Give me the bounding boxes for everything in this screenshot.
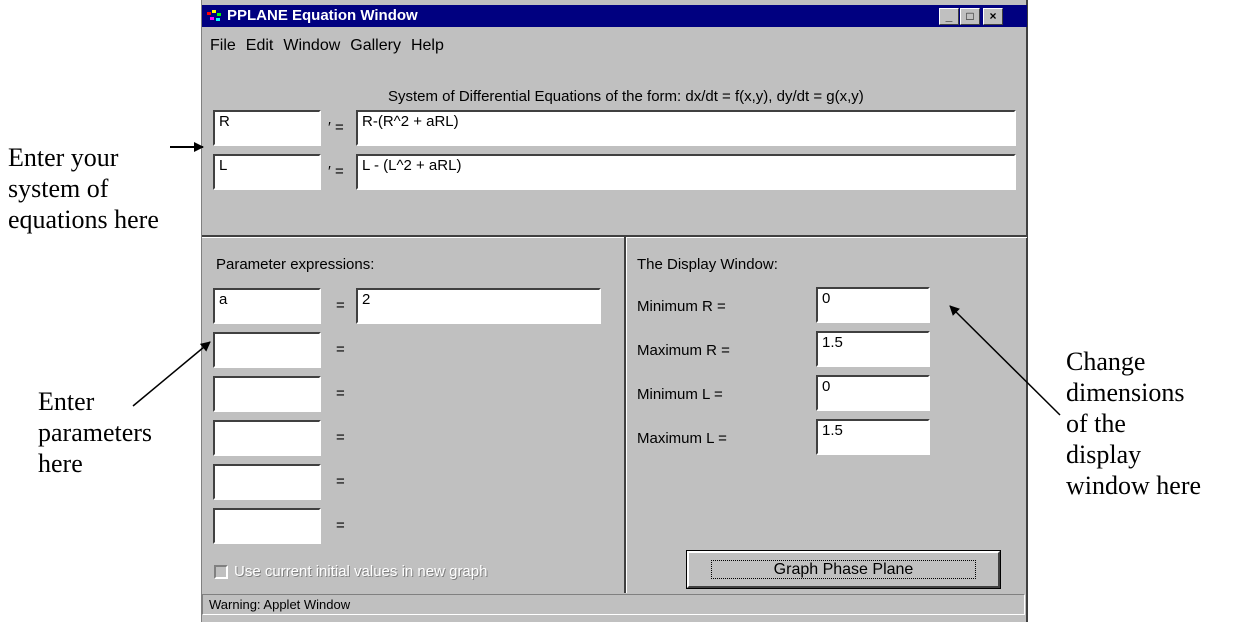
minimum-l-input[interactable]: 0 (816, 375, 930, 411)
initial-values-checkbox-row[interactable]: Use current initial values in new graph (214, 563, 487, 581)
parameter-2-equals: = (336, 341, 345, 358)
pplane-equation-window: PPLANE Equation Window _ □ × File Edit Win… (201, 0, 1028, 622)
app-icon (207, 10, 221, 21)
initial-values-label: Use current initial values in new graph (234, 563, 488, 581)
maximum-l-input[interactable]: 1.5 (816, 419, 930, 455)
display-title: The Display Window: (637, 256, 778, 273)
parameter-6-equals: = (336, 517, 345, 534)
annotation-display: Change dimensions of the display window … (1066, 347, 1202, 500)
parameter-3-name[interactable] (213, 376, 321, 412)
parameter-5-equals: = (336, 473, 345, 490)
equation-2-variable[interactable]: L (213, 154, 321, 190)
equation-2-expression[interactable]: L - (L^2 + aRL) (356, 154, 1016, 190)
parameter-1-value[interactable]: 2 (356, 288, 601, 324)
vertical-divider (624, 237, 627, 593)
graph-phase-plane-button[interactable]: Graph Phase Plane (686, 550, 1001, 589)
minimum-r-label: Minimum R = (637, 298, 726, 315)
menu-help[interactable]: Help (406, 37, 449, 55)
parameter-4-equals: = (336, 429, 345, 446)
parameter-2-name[interactable] (213, 332, 321, 368)
equation-1-variable[interactable]: R (213, 110, 321, 146)
annotation-equations: Enter your system of equations here (8, 143, 159, 234)
status-bar: Warning: Applet Window (202, 594, 1025, 615)
title-bar[interactable]: PPLANE Equation Window _ □ × (202, 5, 1027, 27)
equation-2-prime-equals: ′ = (328, 163, 344, 180)
initial-values-checkbox[interactable] (214, 564, 228, 579)
minimize-button[interactable]: _ (939, 8, 959, 25)
annotation-parameters: Enter parameters here (38, 387, 153, 478)
window-title: PPLANE Equation Window (227, 7, 418, 24)
menu-gallery[interactable]: Gallery (345, 37, 406, 55)
system-label: System of Differential Equations of the … (388, 88, 864, 105)
menu-edit[interactable]: Edit (241, 37, 279, 55)
maximum-r-input[interactable]: 1.5 (816, 331, 930, 367)
minimum-l-label: Minimum L = (637, 386, 723, 403)
menu-window[interactable]: Window (278, 37, 345, 55)
equation-1-expression[interactable]: R-(R^2 + aRL) (356, 110, 1016, 146)
parameter-3-equals: = (336, 385, 345, 402)
close-button[interactable]: × (983, 8, 1003, 25)
parameter-6-name[interactable] (213, 508, 321, 544)
parameter-4-name[interactable] (213, 420, 321, 456)
parameter-1-equals: = (336, 297, 345, 314)
parameter-5-name[interactable] (213, 464, 321, 500)
menu-bar: File Edit Window Gallery Help (202, 37, 449, 59)
equation-1-prime-equals: ′ = (328, 119, 344, 136)
maximize-button[interactable]: □ (960, 8, 980, 25)
maximum-l-label: Maximum L = (637, 430, 727, 447)
menu-file[interactable]: File (202, 37, 241, 55)
maximum-r-label: Maximum R = (637, 342, 730, 359)
horizontal-divider (202, 235, 1027, 238)
parameters-title: Parameter expressions: (216, 256, 375, 273)
parameter-1-name[interactable]: a (213, 288, 321, 324)
minimum-r-input[interactable]: 0 (816, 287, 930, 323)
graph-phase-plane-label: Graph Phase Plane (710, 560, 977, 579)
